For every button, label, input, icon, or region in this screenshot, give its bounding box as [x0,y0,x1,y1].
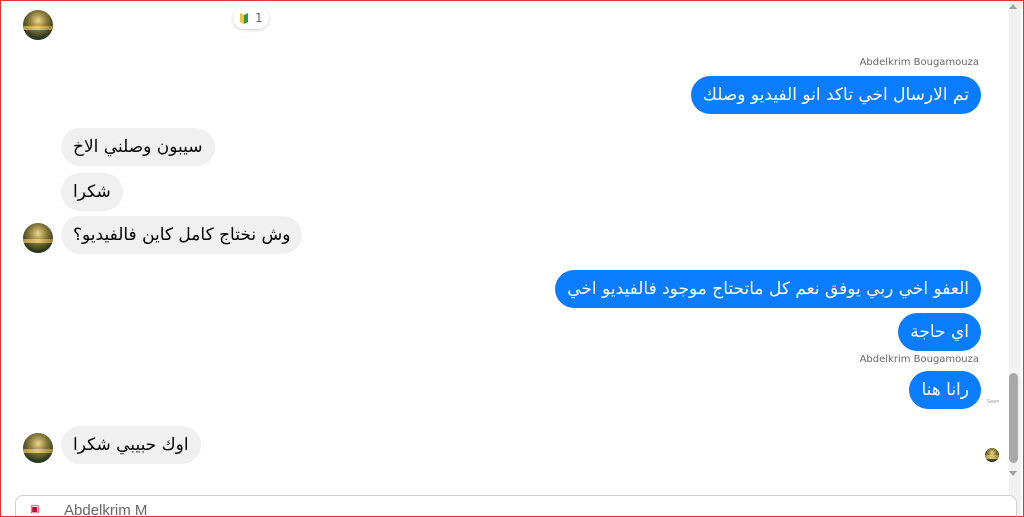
sender-name: Abdelkrim Bougamouza [859,57,979,68]
contact-avatar[interactable] [23,433,53,463]
seen-indicator: Seen [987,399,1000,405]
incoming-message[interactable]: شكرا [61,173,123,211]
chat-window: 1 Abdelkrim Bougamouza تم الارسال اخي تا… [0,0,1024,517]
message-input[interactable] [64,502,464,516]
incoming-message[interactable]: وش نختاج كامل كاين فالفيديو؟ [61,216,303,254]
contact-avatar[interactable] [23,10,53,40]
attachment-icon[interactable]: ▣ [30,504,39,515]
scroll-up-arrow-icon[interactable] [1009,4,1017,9]
outgoing-message[interactable]: اي حاجة [898,313,981,351]
reaction-badge[interactable]: 1 [233,7,269,29]
message-composer[interactable]: ▣ [15,495,1017,516]
read-receipt-avatar [985,448,999,462]
scroll-down-arrow-icon[interactable] [1009,471,1017,476]
reaction-count: 1 [255,11,263,25]
beginner-mark-icon [237,11,251,25]
contact-avatar[interactable] [23,223,53,253]
incoming-message[interactable]: سيبون وصلني الاخ [61,128,215,166]
scrollbar[interactable] [1009,1,1021,516]
incoming-message[interactable]: اوك حبيبي شكرا [61,426,201,464]
outgoing-message[interactable]: رانا هنا [909,371,981,409]
outgoing-message[interactable]: تم الارسال اخي تاكد انو الفيديو وصلك [690,76,981,114]
scrollbar-thumb[interactable] [1009,373,1018,463]
sender-name: Abdelkrim Bougamouza [859,354,979,365]
outgoing-message[interactable]: العفو اخي ربي يوفق نعم كل ماتحتاج موجود … [555,270,981,308]
